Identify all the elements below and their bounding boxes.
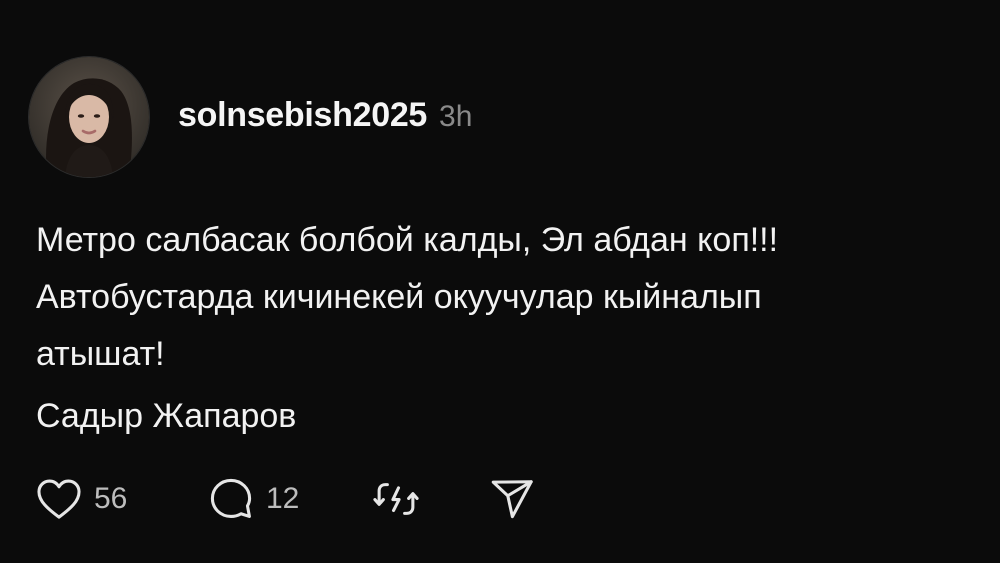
like-count: 56 — [94, 482, 128, 515]
comment-icon — [210, 478, 252, 518]
reply-button[interactable]: 12 — [208, 476, 318, 522]
post-header: solnsebish2025 3h — [178, 96, 472, 135]
heart-icon — [37, 479, 81, 519]
post-timestamp: 3h — [439, 100, 473, 133]
like-button[interactable]: 56 — [36, 478, 146, 520]
post-signature: Садыр Жапаров — [36, 397, 297, 435]
author-username[interactable]: solnsebish2025 — [178, 96, 427, 135]
share-icon — [491, 480, 533, 519]
post-text-line: Автобустарда кичинекей окуучулар кыйналы… — [36, 278, 762, 316]
post-actions: 56 12 — [36, 474, 535, 524]
avatar-image — [29, 57, 149, 177]
post-text-line: Метро салбасак болбой калды, Эл абдан ко… — [36, 221, 779, 259]
reply-count: 12 — [266, 482, 300, 515]
post-text-line: атышат! — [36, 335, 165, 373]
post-text: Метро салбасак болбой калды, Эл абдан ко… — [36, 212, 986, 383]
author-avatar[interactable] — [28, 56, 150, 178]
share-button[interactable] — [489, 476, 535, 522]
repost-button[interactable] — [373, 476, 419, 522]
repost-icon — [373, 483, 419, 515]
